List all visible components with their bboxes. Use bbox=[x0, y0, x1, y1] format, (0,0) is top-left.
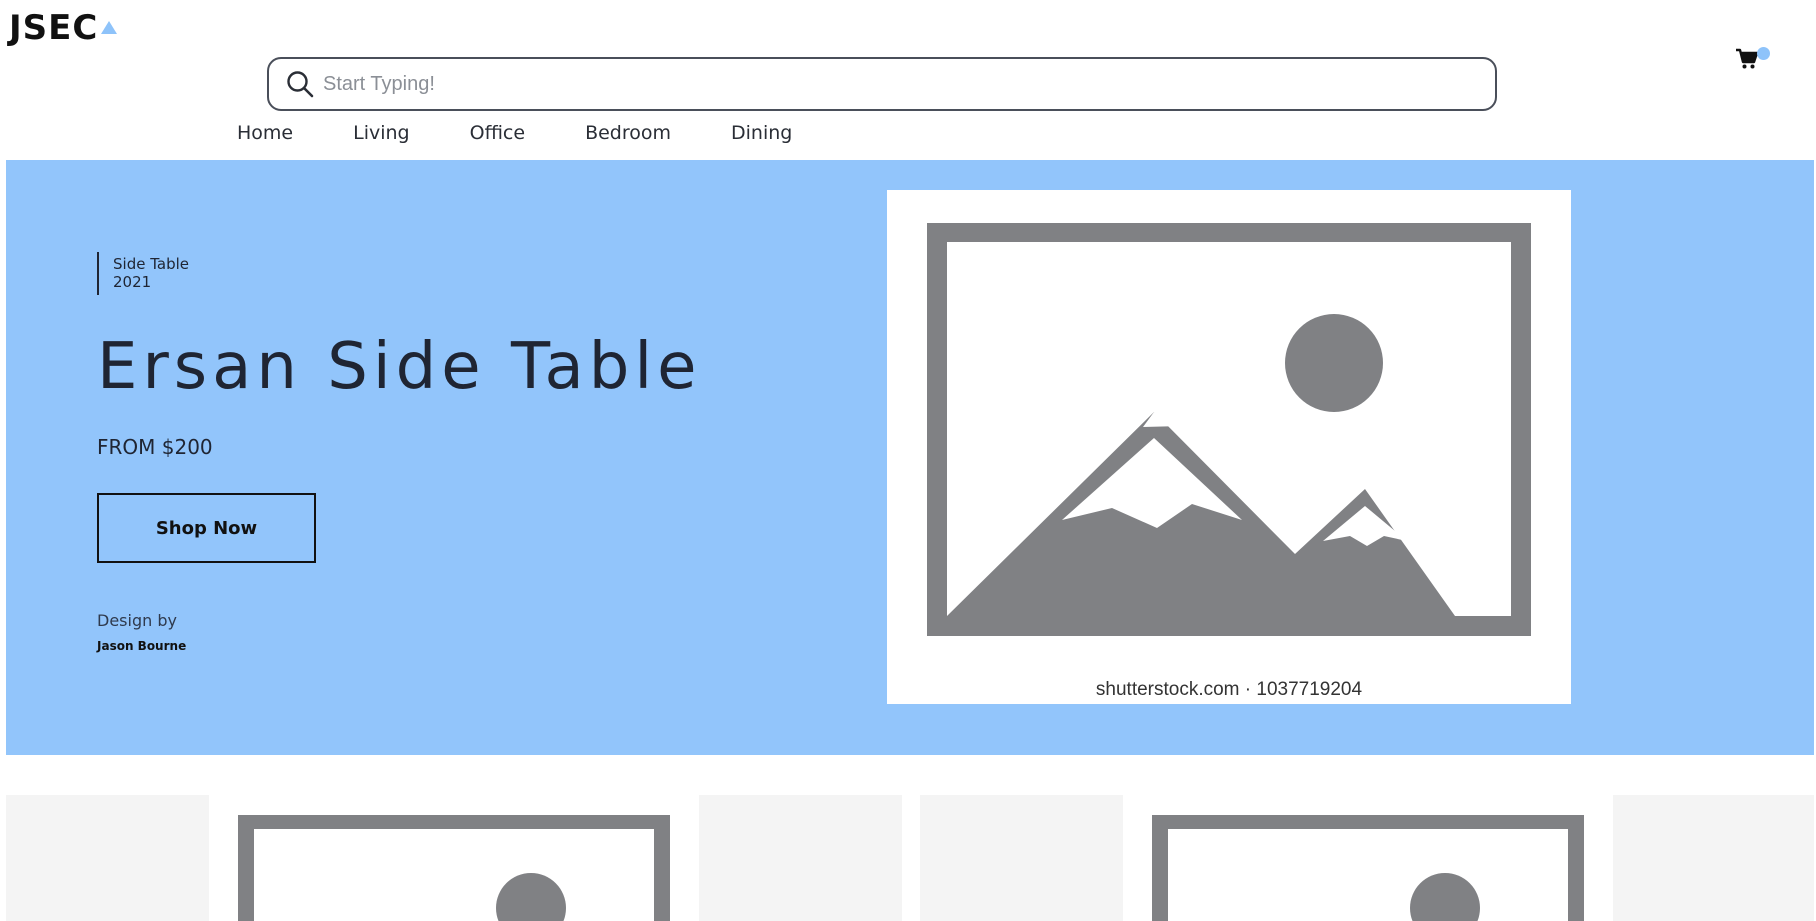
designer-name: Jason Bourne bbox=[97, 639, 187, 653]
image-placeholder-icon bbox=[1152, 815, 1584, 921]
page: JSEC Home Living Office Bedroom Dining S… bbox=[0, 0, 1816, 921]
cart-icon bbox=[1736, 48, 1759, 69]
hero-eyebrow: Side Table 2021 bbox=[97, 252, 189, 295]
hero-banner: Side Table 2021 Ersan Side Table FROM $2… bbox=[6, 160, 1814, 755]
logo-text: JSEC bbox=[9, 8, 99, 48]
main-nav: Home Living Office Bedroom Dining bbox=[237, 119, 852, 147]
hero-product-image: shutterstock.com · 1037719204 bbox=[887, 190, 1571, 704]
nav-item-dining[interactable]: Dining bbox=[731, 119, 792, 147]
nav-item-office[interactable]: Office bbox=[470, 119, 525, 147]
nav-item-living[interactable]: Living bbox=[353, 119, 410, 147]
search-input[interactable] bbox=[321, 63, 1495, 105]
product-tile[interactable] bbox=[920, 795, 1123, 921]
product-strip bbox=[6, 795, 1814, 921]
logo[interactable]: JSEC bbox=[9, 8, 118, 48]
product-tile[interactable] bbox=[1613, 795, 1814, 921]
hero-eyebrow-year: 2021 bbox=[113, 273, 152, 291]
nav-item-home[interactable]: Home bbox=[237, 119, 293, 147]
cart-button[interactable] bbox=[1735, 44, 1775, 70]
image-placeholder-icon bbox=[927, 223, 1531, 636]
product-tile[interactable] bbox=[699, 795, 902, 921]
shop-now-button[interactable]: Shop Now bbox=[97, 493, 316, 563]
search-icon bbox=[287, 71, 314, 98]
hero-eyebrow-category: Side Table bbox=[113, 255, 189, 273]
cart-badge bbox=[1757, 47, 1770, 60]
nav-item-bedroom[interactable]: Bedroom bbox=[585, 119, 671, 147]
hero-price: FROM $200 bbox=[97, 435, 213, 459]
product-tile-image bbox=[1152, 815, 1584, 921]
logo-triangle-icon bbox=[101, 21, 118, 34]
image-watermark: shutterstock.com · 1037719204 bbox=[1095, 679, 1363, 700]
search-bar[interactable] bbox=[267, 57, 1497, 111]
image-placeholder-icon bbox=[238, 815, 670, 921]
design-by-label: Design by bbox=[97, 611, 177, 630]
product-tile[interactable] bbox=[1123, 795, 1613, 921]
hero-title: Ersan Side Table bbox=[97, 330, 702, 404]
product-tile[interactable] bbox=[209, 795, 699, 921]
product-tile[interactable] bbox=[6, 795, 209, 921]
product-tile-image bbox=[238, 815, 670, 921]
